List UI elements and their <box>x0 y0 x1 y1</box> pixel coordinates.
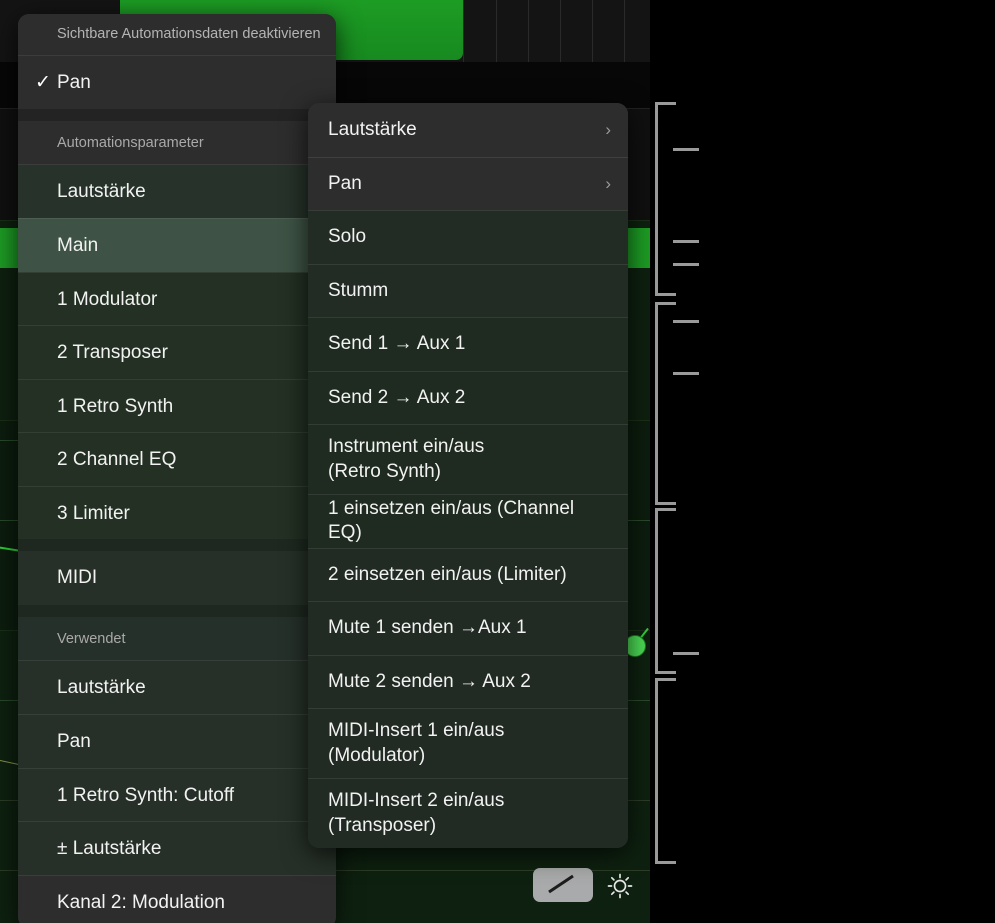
submenu-item-send-1-aux-1[interactable]: Send 1 → Aux 1 <box>308 317 628 371</box>
annotation-bracket <box>655 678 676 864</box>
submenu-item-mute-send-1[interactable]: Mute 1 senden →Aux 1 <box>308 601 628 655</box>
menu-item-used-plusminus-lautstaerke[interactable]: ± Lautstärke <box>18 821 336 875</box>
app-stage: Sichtbare Automationsdaten deaktivieren … <box>0 0 995 923</box>
pencil-icon <box>548 874 574 894</box>
menu-item-midi[interactable]: MIDI <box>18 551 336 605</box>
grid-line <box>592 0 593 62</box>
submenu-item-label: MIDI-Insert 1 ein/aus (Modulator) <box>328 720 505 766</box>
submenu-item-insert-1-toggle[interactable]: 1 einsetzen ein/aus (Channel EQ) <box>308 494 628 548</box>
automation-parameter-submenu[interactable]: Lautstärke › Pan › Solo Stumm Send 1 → A… <box>308 103 628 848</box>
menu-separator <box>18 604 336 617</box>
submenu-item-insert-2-toggle[interactable]: 2 einsetzen ein/aus (Limiter) <box>308 547 628 601</box>
submenu-item-label: Lautstärke <box>328 118 417 140</box>
submenu-item-instrument-toggle[interactable]: Instrument ein/aus (Retro Synth) <box>308 424 628 494</box>
submenu-item-label: Stumm <box>328 279 389 301</box>
submenu-item-label: Mute 2 senden → Aux 2 <box>328 670 531 692</box>
grid-line <box>528 0 529 62</box>
annotation-bracket-tick <box>673 372 699 375</box>
annotation-bracket-tick <box>673 240 699 243</box>
grid-line <box>463 0 464 62</box>
chevron-right-icon: › <box>605 119 611 139</box>
annotation-bracket-tick <box>673 263 699 266</box>
submenu-item-midi-insert-1-toggle[interactable]: MIDI-Insert 1 ein/aus (Modulator) <box>308 708 628 778</box>
grid-line <box>624 0 625 62</box>
menu-section-verwendet: Verwendet <box>18 616 336 661</box>
pencil-tool-button[interactable] <box>533 868 593 902</box>
menu-separator <box>18 539 336 551</box>
submenu-item-pan[interactable]: Pan › <box>308 156 628 210</box>
annotation-bracket-panel <box>650 0 995 923</box>
menu-section-automationsparameter: Automationsparameter <box>18 120 336 165</box>
menu-item-used-kanal-2-modulation[interactable]: Kanal 2: Modulation <box>18 874 336 923</box>
submenu-item-lautstaerke[interactable]: Lautstärke › <box>308 103 628 157</box>
menu-item-pan-checked[interactable]: ✓ Pan <box>18 55 336 109</box>
menu-item-2-transposer[interactable]: 2 Transposer <box>18 325 336 379</box>
menu-separator <box>18 108 336 121</box>
chevron-right-icon: › <box>605 173 611 193</box>
annotation-bracket <box>655 302 676 505</box>
menu-item-used-lautstaerke[interactable]: Lautstärke <box>18 660 336 714</box>
submenu-item-solo[interactable]: Solo <box>308 210 628 264</box>
submenu-item-label: Send 1 → Aux 1 <box>328 333 466 355</box>
menu-header-disable-visible-automation[interactable]: Sichtbare Automationsdaten deaktivieren <box>18 14 336 55</box>
submenu-item-mute-send-2[interactable]: Mute 2 senden → Aux 2 <box>308 654 628 708</box>
automation-parameter-menu[interactable]: Sichtbare Automationsdaten deaktivieren … <box>18 14 336 923</box>
submenu-item-label: 2 einsetzen ein/aus (Limiter) <box>328 563 567 585</box>
menu-item-used-retro-synth-cutoff[interactable]: 1 Retro Synth: Cutoff <box>18 767 336 821</box>
menu-item-2-channel-eq[interactable]: 2 Channel EQ <box>18 432 336 486</box>
annotation-bracket-tick <box>673 148 699 151</box>
annotation-bracket <box>655 102 676 296</box>
menu-item-1-retro-synth[interactable]: 1 Retro Synth <box>18 378 336 432</box>
submenu-item-midi-insert-2-toggle[interactable]: MIDI-Insert 2 ein/aus (Transposer) <box>308 778 628 848</box>
submenu-item-label: Mute 1 senden →Aux 1 <box>328 617 527 639</box>
annotation-bracket-tick <box>673 652 699 655</box>
annotation-bracket-tick <box>673 320 699 323</box>
menu-item-main[interactable]: Main <box>18 218 336 272</box>
checkmark-icon: ✓ <box>35 72 51 93</box>
submenu-item-label: Pan <box>328 172 362 194</box>
annotation-bracket <box>655 508 676 674</box>
submenu-item-label: 1 einsetzen ein/aus (Channel EQ) <box>328 497 575 544</box>
menu-item-label: Pan <box>57 72 91 93</box>
brightness-tool-button[interactable] <box>606 872 634 900</box>
grid-line <box>496 0 497 62</box>
submenu-item-label: Solo <box>328 226 367 248</box>
submenu-item-stumm[interactable]: Stumm <box>308 263 628 317</box>
submenu-item-label: Send 2 → Aux 2 <box>328 386 466 408</box>
brightness-icon <box>607 873 633 899</box>
menu-item-used-pan[interactable]: Pan <box>18 714 336 768</box>
submenu-item-send-2-aux-2[interactable]: Send 2 → Aux 2 <box>308 370 628 424</box>
menu-item-lautstaerke[interactable]: Lautstärke <box>18 164 336 218</box>
submenu-item-label: Instrument ein/aus (Retro Synth) <box>328 436 485 482</box>
menu-item-3-limiter[interactable]: 3 Limiter <box>18 485 336 539</box>
submenu-item-label: MIDI-Insert 2 ein/aus (Transposer) <box>328 790 505 836</box>
grid-line <box>560 0 561 62</box>
menu-item-1-modulator[interactable]: 1 Modulator <box>18 271 336 325</box>
